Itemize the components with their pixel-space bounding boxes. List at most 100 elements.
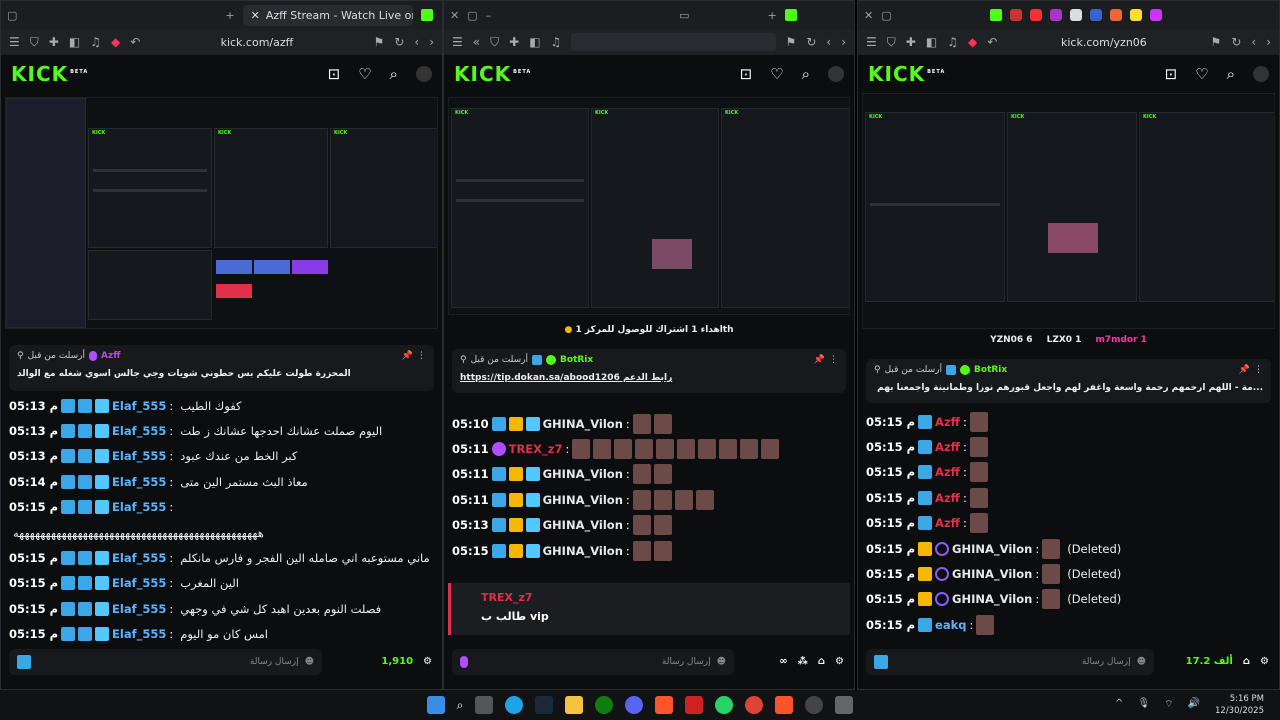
smile-icon[interactable]: ☻ xyxy=(305,657,314,667)
store-icon[interactable]: ⌂ xyxy=(818,656,825,667)
emote-image[interactable] xyxy=(677,439,696,460)
message-username[interactable]: Elaf_555 xyxy=(112,424,166,438)
emote-image[interactable] xyxy=(635,439,654,460)
bookmark-icon[interactable]: ⚑ xyxy=(374,35,385,49)
emote-image[interactable] xyxy=(632,464,651,485)
tab-kick-azff[interactable]: ✕ Azff Stream - Watch Live on Kick xyxy=(242,4,413,26)
emote-image[interactable] xyxy=(1042,564,1061,585)
heart-icon[interactable]: ♡ xyxy=(358,65,371,83)
emote-image[interactable] xyxy=(632,515,651,536)
shield-icon[interactable]: ⛉ xyxy=(887,35,896,50)
search-icon[interactable]: ⌕ xyxy=(390,65,398,83)
emote-image[interactable] xyxy=(572,439,591,460)
chat-input[interactable]: إرسال رسالة ☻ xyxy=(9,649,322,675)
message-username[interactable]: Elaf_555 xyxy=(112,551,166,565)
tab-favicon-icon[interactable] xyxy=(1129,9,1142,21)
settings-icon[interactable]: ⚙ xyxy=(1260,656,1269,667)
message-username[interactable]: Azff xyxy=(935,465,960,479)
more-icon[interactable]: ⋮ xyxy=(829,355,838,365)
settings-icon[interactable]: ⚙ xyxy=(835,656,844,667)
reload-icon[interactable]: ↻ xyxy=(1231,35,1241,49)
message-username[interactable]: Elaf_555 xyxy=(112,576,166,590)
music-icon[interactable]: ♫ xyxy=(551,35,562,49)
emote-image[interactable] xyxy=(653,540,672,561)
task-view-icon[interactable] xyxy=(475,696,494,714)
music-icon[interactable]: ♫ xyxy=(90,35,101,49)
message-username[interactable]: GHINA_Vilon xyxy=(543,493,623,507)
emote-image[interactable] xyxy=(653,489,672,510)
chat-input[interactable]: إرسال رسالة ☻ xyxy=(866,649,1154,675)
emote-image[interactable] xyxy=(632,413,651,434)
tab-favicon-icon[interactable] xyxy=(1109,9,1122,21)
emote-image[interactable] xyxy=(719,439,738,460)
emote-icon[interactable] xyxy=(874,655,888,669)
chat-input[interactable]: إرسال رسالة ☻ xyxy=(452,649,734,675)
message-username[interactable]: GHINA_Vilon xyxy=(543,518,623,532)
tab-favicon-icon[interactable] xyxy=(1149,9,1162,21)
reply-user[interactable]: TREX_z7 xyxy=(481,591,820,604)
emote-image[interactable] xyxy=(653,413,672,434)
expand-icon[interactable]: « xyxy=(473,35,480,49)
tab-favicon-icon[interactable] xyxy=(1009,9,1022,21)
bookmark-icon[interactable]: ⚑ xyxy=(1211,35,1222,49)
emote-image[interactable] xyxy=(969,437,988,458)
tab-favicon-icon[interactable] xyxy=(1049,9,1062,21)
extensions-icon[interactable]: ✚ xyxy=(509,35,519,49)
mic-icon[interactable]: 🎙 xyxy=(1137,698,1150,711)
emote-image[interactable] xyxy=(614,439,633,460)
close-icon[interactable]: ✕ xyxy=(864,9,873,22)
pinned-author[interactable]: BotRix xyxy=(560,355,593,365)
heart-icon[interactable]: ♡ xyxy=(770,65,783,83)
smile-icon[interactable]: ☻ xyxy=(1137,657,1146,667)
stream-video[interactable]: KICK KICK KICK xyxy=(862,93,1275,329)
message-username[interactable]: GHINA_Vilon xyxy=(952,567,1032,581)
message-username[interactable]: Azff xyxy=(935,516,960,530)
tab-favicon-icon[interactable] xyxy=(1089,9,1102,21)
sidebar-icon[interactable]: ◧ xyxy=(926,35,937,49)
wifi-icon[interactable]: ⌔ xyxy=(1164,698,1173,711)
emote-image[interactable] xyxy=(976,614,995,635)
message-username[interactable]: GHINA_Vilon xyxy=(543,467,623,481)
url-field[interactable]: kick.com/azff xyxy=(150,36,363,49)
forward-icon[interactable]: › xyxy=(1266,35,1271,49)
forward-icon[interactable]: › xyxy=(841,35,846,49)
whatsapp-icon[interactable] xyxy=(715,696,734,714)
clock[interactable]: 5:16 PM 12/30/2025 xyxy=(1215,693,1264,717)
smile-icon[interactable]: ☻ xyxy=(717,657,726,667)
xbox-icon[interactable] xyxy=(595,696,614,714)
pin-icon[interactable]: 📌 xyxy=(1239,365,1250,375)
minimize-icon[interactable]: – xyxy=(486,9,492,22)
emote-image[interactable] xyxy=(969,462,988,483)
bookmark-icon[interactable]: ⚑ xyxy=(786,35,797,49)
emote-image[interactable] xyxy=(674,489,693,510)
brave-icon[interactable]: ◆ xyxy=(111,35,120,49)
menu-icon[interactable]: ☰ xyxy=(9,35,20,49)
emote-image[interactable] xyxy=(593,439,612,460)
message-username[interactable]: GHINA_Vilon xyxy=(543,544,623,558)
reload-icon[interactable]: ↻ xyxy=(394,35,404,49)
emote-image[interactable] xyxy=(632,540,651,561)
more-icon[interactable]: ⋮ xyxy=(417,351,426,361)
brave-icon[interactable] xyxy=(655,696,674,714)
message-username[interactable]: GHINA_Vilon xyxy=(543,417,623,431)
extensions-icon[interactable]: ✚ xyxy=(906,35,916,49)
steam-icon[interactable] xyxy=(535,696,554,714)
kick-logo[interactable]: KICK BETA xyxy=(11,62,88,86)
kick-favicon-icon[interactable] xyxy=(784,9,797,21)
url-field[interactable] xyxy=(571,33,776,51)
emote-image[interactable] xyxy=(1042,538,1061,559)
brave-icon[interactable] xyxy=(775,696,794,714)
url-field[interactable]: kick.com/yzn06 xyxy=(1007,36,1200,49)
gifter-item[interactable]: m7mdor 1 xyxy=(1095,335,1146,345)
avatar[interactable] xyxy=(1253,66,1269,82)
extensions-icon[interactable]: ✚ xyxy=(49,35,59,49)
message-username[interactable]: GHINA_Vilon xyxy=(952,592,1032,606)
maximize-icon[interactable]: ▢ xyxy=(467,9,477,22)
points-icon[interactable]: ⁂ xyxy=(798,656,808,667)
message-username[interactable]: GHINA_Vilon xyxy=(952,542,1032,556)
pin-icon[interactable]: 📌 xyxy=(402,351,413,361)
message-username[interactable]: TREX_z7 xyxy=(509,442,563,456)
close-icon[interactable]: ✕ xyxy=(251,9,260,22)
message-username[interactable]: Elaf_555 xyxy=(112,475,166,489)
maximize-icon[interactable]: ▢ xyxy=(881,9,891,22)
